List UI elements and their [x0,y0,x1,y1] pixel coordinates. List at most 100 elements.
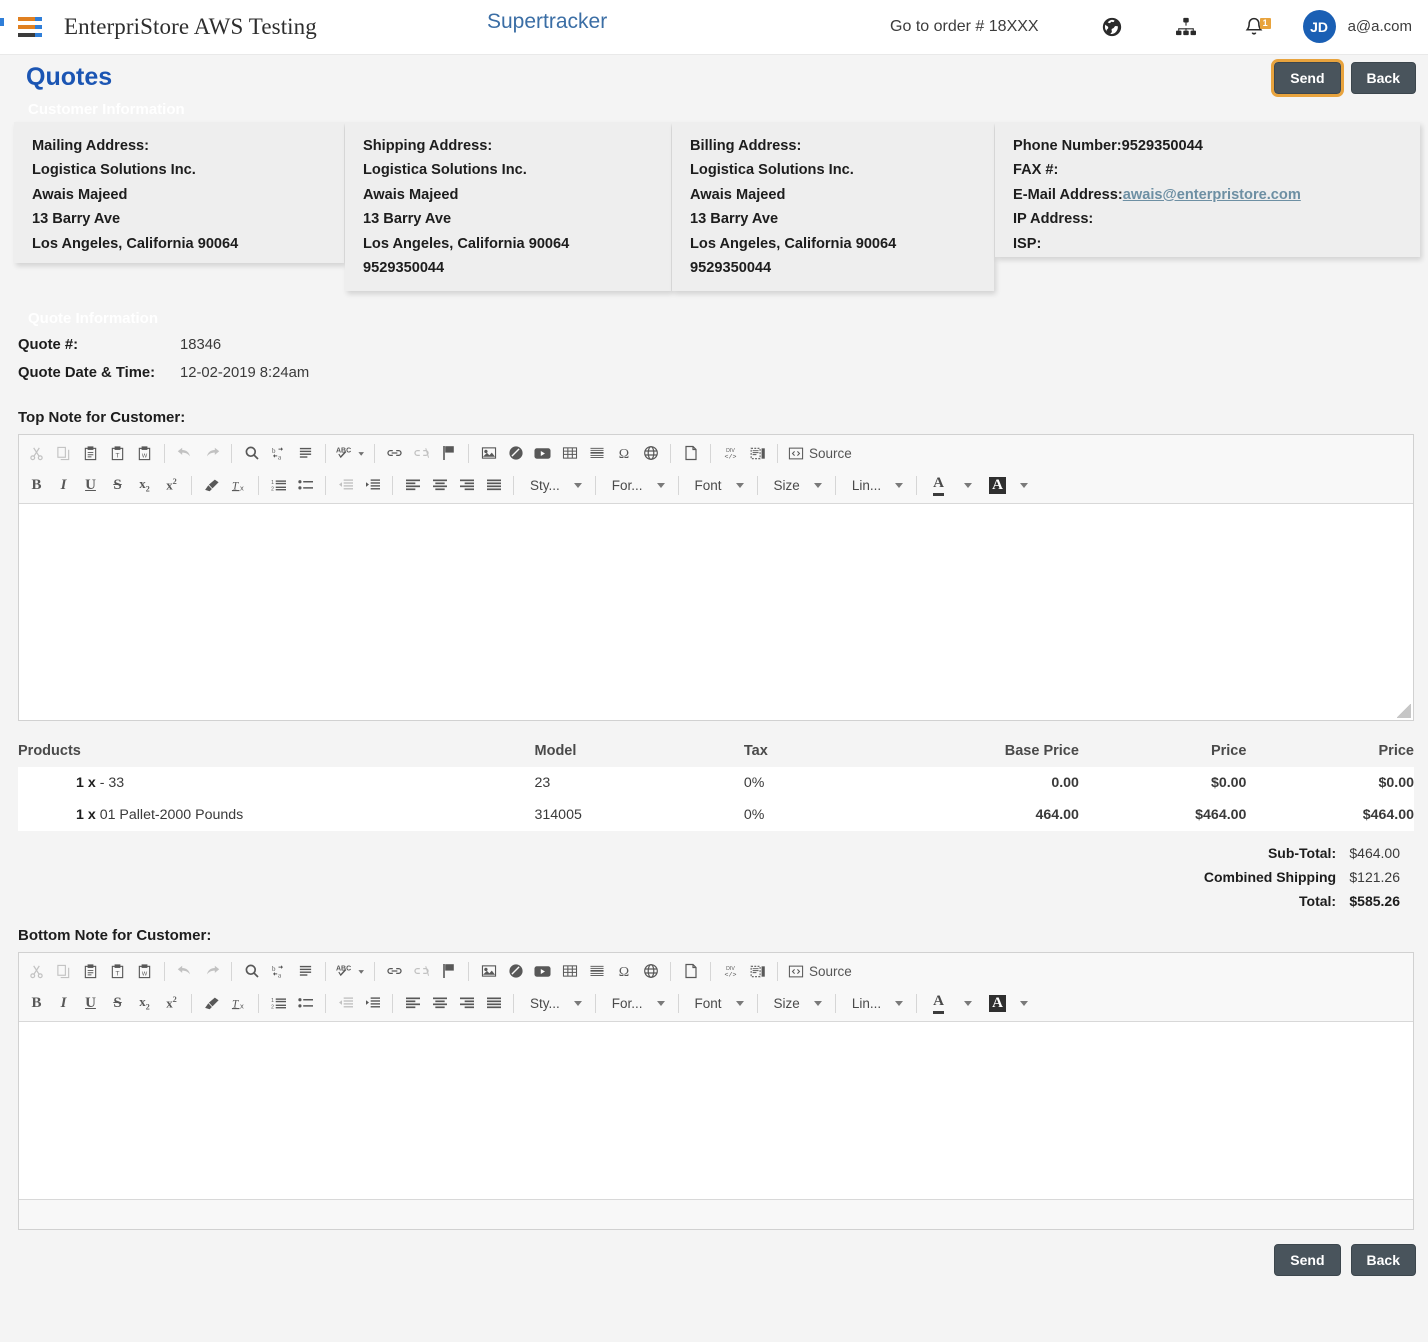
line-height-dropdown[interactable]: Lin... [844,992,908,1015]
page-break-icon[interactable] [678,441,703,465]
cut-icon[interactable] [24,441,49,465]
page-break-icon[interactable] [678,959,703,983]
send-button-top[interactable]: Send [1271,59,1344,97]
bottom-note-textarea[interactable] [19,1022,1413,1199]
special-char-icon[interactable]: Ω [611,959,636,983]
paste-text-icon[interactable]: T [105,441,130,465]
remove-format-icon[interactable]: Tx [226,473,251,497]
align-left-icon[interactable] [400,991,425,1015]
image-icon[interactable] [476,441,501,465]
horizontal-rule-icon[interactable] [584,959,609,983]
line-height-dropdown[interactable]: Lin... [844,474,908,497]
special-char-icon[interactable]: Ω [611,441,636,465]
strikethrough-icon[interactable]: S [105,473,130,497]
paste-word-icon[interactable]: W [132,441,157,465]
spellcheck-icon[interactable]: ABC [333,959,367,983]
flash-icon[interactable] [503,441,528,465]
bold-icon[interactable]: B [24,473,49,497]
bulleted-list-icon[interactable] [293,473,318,497]
unlink-icon[interactable] [409,959,434,983]
paste-text-icon[interactable]: T [105,959,130,983]
align-center-icon[interactable] [427,473,452,497]
styles-dropdown[interactable]: Sty... [522,474,587,497]
remove-format-icon[interactable]: Tx [226,991,251,1015]
subscript-icon[interactable]: x2 [132,473,157,497]
show-blocks-icon[interactable] [745,959,770,983]
styles-dropdown[interactable]: Sty... [522,992,587,1015]
sitemap-icon[interactable] [1169,17,1203,37]
link-icon[interactable] [382,441,407,465]
goto-order-link[interactable]: Go to order # 18XXX [890,18,1039,36]
source-button[interactable]: Source [784,964,856,979]
strikethrough-icon[interactable]: S [105,991,130,1015]
copy-formatting-icon[interactable] [199,473,224,497]
table-icon[interactable] [557,441,582,465]
select-all-icon[interactable] [293,959,318,983]
div-container-icon[interactable]: DIV </> [718,959,743,983]
find-icon[interactable] [239,441,264,465]
size-dropdown[interactable]: Size [766,992,827,1015]
find-icon[interactable] [239,959,264,983]
justify-icon[interactable] [481,473,506,497]
user-email[interactable]: a@a.com [1348,18,1412,35]
copy-icon[interactable] [51,959,76,983]
show-blocks-icon[interactable] [745,441,770,465]
align-left-icon[interactable] [400,473,425,497]
background-color-dropdown[interactable]: A [981,474,1033,497]
horizontal-rule-icon[interactable] [584,441,609,465]
bulleted-list-icon[interactable] [293,991,318,1015]
unlink-icon[interactable] [409,441,434,465]
bold-icon[interactable]: B [24,991,49,1015]
justify-icon[interactable] [481,991,506,1015]
back-button-bottom[interactable]: Back [1350,1244,1416,1276]
top-note-textarea[interactable] [19,504,1413,720]
redo-icon[interactable] [199,959,224,983]
avatar[interactable]: JD [1302,10,1336,43]
outdent-icon[interactable] [333,473,358,497]
undo-icon[interactable] [172,441,197,465]
indent-icon[interactable] [360,991,385,1015]
bell-icon[interactable]: 1 [1237,16,1271,38]
source-button[interactable]: Source [784,446,856,461]
format-dropdown[interactable]: For... [604,474,670,497]
align-right-icon[interactable] [454,473,479,497]
div-container-icon[interactable]: DIV </> [718,441,743,465]
send-button-bottom[interactable]: Send [1274,1244,1341,1276]
image-icon[interactable] [476,959,501,983]
hamburger-icon[interactable] [18,16,42,37]
anchor-icon[interactable] [436,441,461,465]
back-button-top[interactable]: Back [1350,62,1416,94]
background-color-dropdown[interactable]: A [981,992,1033,1015]
globe-icon[interactable] [1095,16,1129,38]
spellcheck-icon[interactable]: ABC [333,441,367,465]
anchor-icon[interactable] [436,959,461,983]
select-all-icon[interactable] [293,441,318,465]
paste-word-icon[interactable]: W [132,959,157,983]
align-right-icon[interactable] [454,991,479,1015]
link-icon[interactable] [382,959,407,983]
paste-icon[interactable] [78,441,103,465]
superscript-icon[interactable]: x2 [159,991,184,1015]
cut-icon[interactable] [24,959,49,983]
underline-icon[interactable]: U [78,991,103,1015]
table-icon[interactable] [557,959,582,983]
iframe-icon[interactable] [638,441,663,465]
subscript-icon[interactable]: x2 [132,991,157,1015]
youtube-icon[interactable] [530,441,555,465]
numbered-list-icon[interactable]: 12 [266,991,291,1015]
copy-icon[interactable] [51,441,76,465]
replace-icon[interactable]: ba [266,441,291,465]
replace-icon[interactable]: ba [266,959,291,983]
copy-formatting-icon[interactable] [199,991,224,1015]
flash-icon[interactable] [503,959,528,983]
format-dropdown[interactable]: For... [604,992,670,1015]
underline-icon[interactable]: U [78,473,103,497]
email-link[interactable]: awais@enterpristore.com [1123,187,1301,203]
redo-icon[interactable] [199,441,224,465]
size-dropdown[interactable]: Size [766,474,827,497]
text-color-dropdown[interactable]: A [925,992,977,1015]
italic-icon[interactable]: I [51,991,76,1015]
font-dropdown[interactable]: Font [687,992,749,1015]
font-dropdown[interactable]: Font [687,474,749,497]
text-color-dropdown[interactable]: A [925,474,977,497]
